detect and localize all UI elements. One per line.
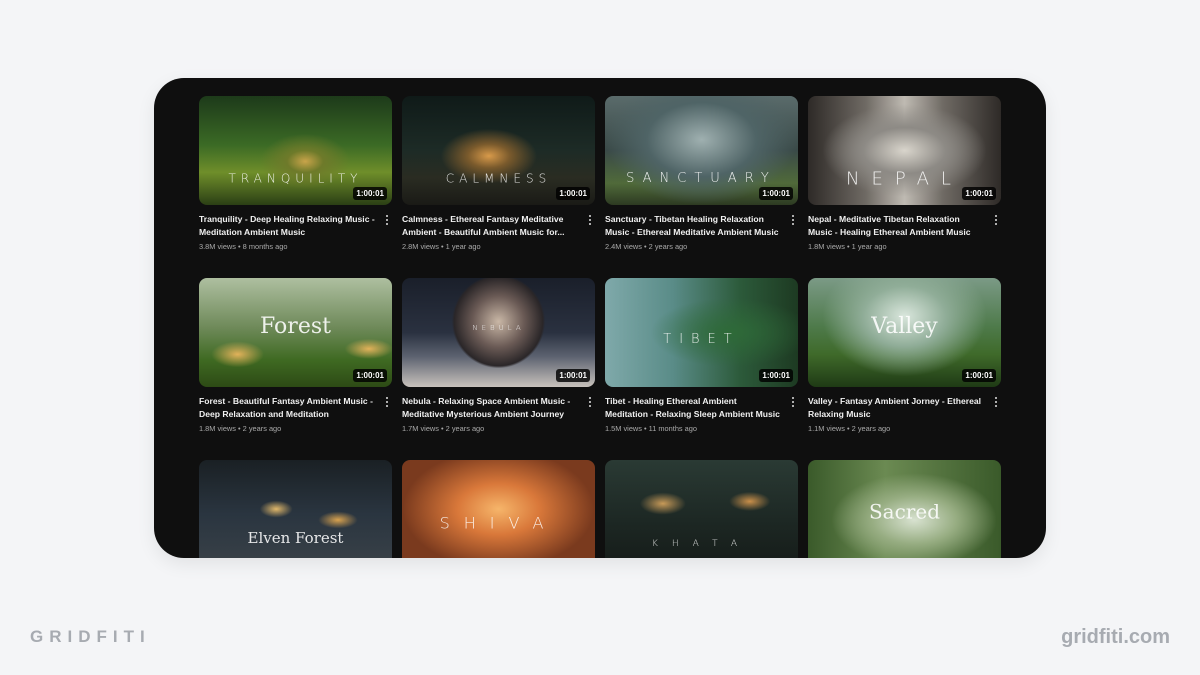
video-card[interactable]: Elven Forest [199, 460, 392, 558]
video-stats: 1.8M views • 1 year ago [808, 242, 887, 251]
more-options-icon[interactable] [991, 395, 1001, 409]
more-options-icon[interactable] [585, 213, 595, 227]
thumbnail-title-text: TIBET [663, 331, 740, 347]
video-thumbnail[interactable]: SHIVA [402, 460, 595, 558]
video-card[interactable]: SANCTUARY 1:00:01 Sanctuary - Tibetan He… [605, 96, 798, 278]
video-thumbnail[interactable]: CALMNESS 1:00:01 [402, 96, 595, 205]
duration-badge: 1:00:01 [353, 369, 387, 382]
video-title[interactable]: Tibet - Healing Ethereal Ambient Meditat… [605, 395, 782, 420]
video-card[interactable]: Sacred [808, 460, 1001, 558]
more-options-icon[interactable] [382, 213, 392, 227]
duration-badge: 1:00:01 [556, 369, 590, 382]
video-thumbnail[interactable]: NEPAL 1:00:01 [808, 96, 1001, 205]
video-title[interactable]: Nepal - Meditative Tibetan Relaxation Mu… [808, 213, 985, 238]
video-card[interactable]: Forest 1:00:01 Forest - Beautiful Fantas… [199, 278, 392, 460]
video-card[interactable]: NEPAL 1:00:01 Nepal - Meditative Tibetan… [808, 96, 1001, 278]
video-thumbnail[interactable]: TRANQUILITY 1:00:01 [199, 96, 392, 205]
video-card[interactable]: TRANQUILITY 1:00:01 Tranquility - Deep H… [199, 96, 392, 278]
video-thumbnail[interactable]: KHATA [605, 460, 798, 558]
more-options-icon[interactable] [382, 395, 392, 409]
video-card[interactable]: SHIVA [402, 460, 595, 558]
more-options-icon[interactable] [788, 395, 798, 409]
video-card[interactable]: KHATA [605, 460, 798, 558]
thumbnail-title-text: Sacred [868, 499, 941, 524]
video-thumbnail[interactable]: SANCTUARY 1:00:01 [605, 96, 798, 205]
more-options-icon[interactable] [991, 213, 1001, 227]
thumbnail-title-text: SANCTUARY [626, 170, 777, 186]
video-thumbnail[interactable]: TIBET 1:00:01 [605, 278, 798, 387]
thumbnail-title-text: Elven Forest [247, 529, 344, 548]
video-thumbnail[interactable]: NEBULA 1:00:01 [402, 278, 595, 387]
thumbnail-title-text: CALMNESS [445, 171, 552, 186]
duration-badge: 1:00:01 [759, 369, 793, 382]
video-thumbnail[interactable]: Forest 1:00:01 [199, 278, 392, 387]
video-stats: 1.8M views • 2 years ago [199, 424, 282, 433]
video-stats: 1.1M views • 2 years ago [808, 424, 891, 433]
video-card[interactable]: Valley 1:00:01 Valley - Fantasy Ambient … [808, 278, 1001, 460]
video-title[interactable]: Calmness - Ethereal Fantasy Meditative A… [402, 213, 579, 238]
video-title[interactable]: Nebula - Relaxing Space Ambient Music - … [402, 395, 579, 420]
video-stats: 1.5M views • 11 months ago [605, 424, 698, 433]
video-stats: 1.7M views • 2 years ago [402, 424, 485, 433]
video-title[interactable]: Tranquility - Deep Healing Relaxing Musi… [199, 213, 376, 238]
video-thumbnail[interactable]: Sacred [808, 460, 1001, 558]
thumbnail-title-text: TRANQUILITY [228, 171, 363, 186]
thumbnail-title-text: Valley [871, 313, 938, 339]
more-options-icon[interactable] [585, 395, 595, 409]
brand-url: gridfiti.com [1061, 626, 1170, 648]
video-card[interactable]: TIBET 1:00:01 Tibet - Healing Ethereal A… [605, 278, 798, 460]
more-options-icon[interactable] [788, 213, 798, 227]
video-title[interactable]: Sanctuary - Tibetan Healing Relaxation M… [605, 213, 782, 238]
video-grid: TRANQUILITY 1:00:01 Tranquility - Deep H… [199, 96, 1001, 558]
video-thumbnail[interactable]: Valley 1:00:01 [808, 278, 1001, 387]
video-grid-panel: TRANQUILITY 1:00:01 Tranquility - Deep H… [154, 78, 1046, 558]
thumbnail-title-text: Forest [260, 313, 331, 339]
thumbnail-title-text: KHATA [651, 538, 752, 549]
video-card[interactable]: NEBULA 1:00:01 Nebula - Relaxing Space A… [402, 278, 595, 460]
duration-badge: 1:00:01 [759, 187, 793, 200]
video-thumbnail[interactable]: Elven Forest [199, 460, 392, 558]
video-stats: 3.8M views • 8 months ago [199, 242, 288, 251]
brand-wordmark: GRIDFITI [30, 627, 151, 646]
duration-badge: 1:00:01 [353, 187, 387, 200]
video-stats: 2.8M views • 1 year ago [402, 242, 481, 251]
duration-badge: 1:00:01 [962, 369, 996, 382]
thumbnail-title-text: SHIVA [439, 513, 558, 533]
video-title[interactable]: Valley - Fantasy Ambient Jorney - Ethere… [808, 395, 985, 420]
thumbnail-title-text: NEBULA [472, 323, 525, 332]
duration-badge: 1:00:01 [556, 187, 590, 200]
video-card[interactable]: CALMNESS 1:00:01 Calmness - Ethereal Fan… [402, 96, 595, 278]
video-title[interactable]: Forest - Beautiful Fantasy Ambient Music… [199, 395, 376, 420]
duration-badge: 1:00:01 [962, 187, 996, 200]
video-stats: 2.4M views • 2 years ago [605, 242, 688, 251]
